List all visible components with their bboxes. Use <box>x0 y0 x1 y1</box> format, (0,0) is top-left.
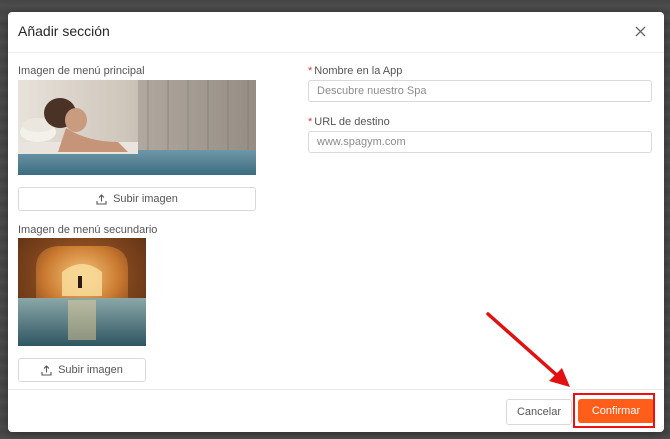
app-name-label: * Nombre en la App <box>308 65 402 77</box>
destination-url-field[interactable] <box>308 131 652 153</box>
close-button[interactable] <box>630 21 650 41</box>
main-image-upload-label: Subir imagen <box>113 193 178 205</box>
secondary-image-upload-button[interactable]: Subir imagen <box>18 358 146 382</box>
required-mark: * <box>308 116 313 128</box>
app-name-label-text: Nombre en la App <box>314 65 403 77</box>
main-image-upload-button[interactable]: Subir imagen <box>18 187 256 211</box>
app-name-input[interactable] <box>317 85 643 97</box>
required-mark: * <box>308 65 313 77</box>
destination-url-input[interactable] <box>317 136 643 148</box>
dialog-footer: Cancelar Confirmar <box>8 389 664 432</box>
dialog-header: Añadir sección <box>8 12 664 53</box>
secondary-image-label: Imagen de menú secundario <box>18 224 158 236</box>
destination-url-label: * URL de destino <box>308 116 390 128</box>
add-section-dialog: Añadir sección Imagen de menú principal <box>8 12 664 432</box>
main-image-preview <box>18 80 256 175</box>
destination-url-label-text: URL de destino <box>314 116 390 128</box>
main-image-label: Imagen de menú principal <box>18 65 145 77</box>
dialog-title: Añadir sección <box>18 23 110 39</box>
cancel-button[interactable]: Cancelar <box>505 399 572 425</box>
upload-icon <box>41 364 52 376</box>
secondary-image-upload-label: Subir imagen <box>58 364 123 376</box>
upload-icon <box>96 193 107 205</box>
confirm-button[interactable]: Confirmar <box>578 399 654 423</box>
app-name-field[interactable] <box>308 80 652 102</box>
secondary-image-preview <box>18 238 146 346</box>
close-icon <box>635 26 645 36</box>
